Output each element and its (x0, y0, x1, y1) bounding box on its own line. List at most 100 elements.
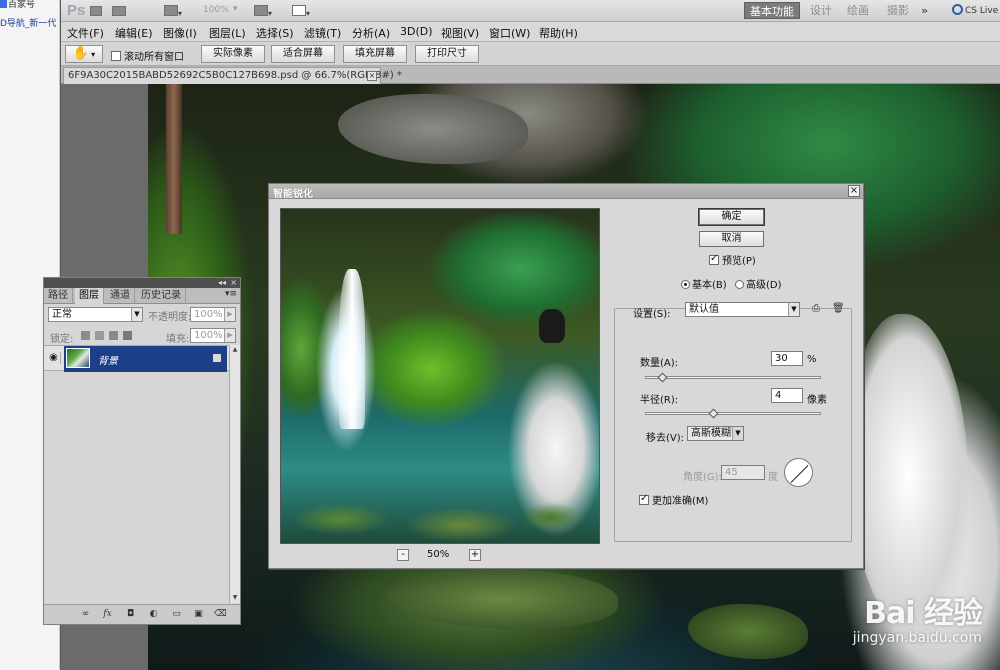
settings-select[interactable]: 默认值 ▼ (685, 302, 800, 317)
tab-history[interactable]: 历史记录 (137, 288, 186, 304)
adjustment-layer-icon[interactable]: ◐ (148, 609, 159, 620)
layer-style-icon[interactable]: fx (102, 609, 113, 620)
checkbox-label: 滚动所有窗口 (124, 52, 184, 63)
tab-paths[interactable]: 路径 (44, 288, 73, 304)
layer-thumbnail (66, 348, 90, 368)
tab-channels[interactable]: 通道 (106, 288, 135, 304)
preview-checkbox[interactable]: 预览(P) (709, 252, 756, 267)
lock-image-icon[interactable] (95, 331, 104, 340)
menu-file[interactable]: 文件(F) (67, 25, 104, 41)
radio-label: 基本(B) (692, 280, 727, 291)
delete-layer-icon[interactable]: ⌫ (214, 609, 227, 620)
zoom-out-button[interactable]: - (397, 549, 409, 561)
angle-label: 角度(G): (683, 472, 722, 483)
add-mask-icon[interactable]: ◘ (125, 609, 136, 620)
checkbox-box (639, 493, 649, 505)
document-tab[interactable]: 6F9A30C2015BABD52692C5B0C127B698.psd @ 6… (63, 67, 402, 84)
layer-list-scrollbar[interactable]: ▲ ▼ (229, 345, 240, 603)
save-settings-icon[interactable]: ⎙ (812, 304, 822, 314)
menu-3d[interactable]: 3D(D) (400, 25, 433, 38)
opacity-input[interactable]: 100% ▶ (190, 307, 236, 322)
radius-input[interactable]: 4 (771, 388, 803, 403)
radius-label: 半径(R): (640, 395, 679, 406)
lock-transparent-icon[interactable] (81, 331, 90, 340)
workspace-essentials[interactable]: 基本功能 (744, 2, 800, 19)
screen-mode-menu[interactable]: ▾ (291, 3, 317, 18)
arrange-documents-menu[interactable]: ▾ (253, 3, 279, 18)
delete-settings-icon[interactable]: 🗑 (832, 304, 845, 314)
menu-filter[interactable]: 滤镜(T) (304, 25, 341, 41)
preview-rocks (291, 499, 591, 543)
cs-live-button[interactable]: CS Live (952, 2, 1000, 20)
more-workspaces-button[interactable]: » (916, 2, 933, 19)
close-icon[interactable]: × (848, 185, 860, 197)
scroll-all-windows-checkbox[interactable]: 滚动所有窗口 (111, 48, 184, 63)
remove-select[interactable]: 高斯模糊 ▼ (687, 426, 744, 441)
panel-header-strip: ◂◂ × (44, 278, 240, 288)
application-bar: Ps ▾ 100% ▾ ▾ ▾ 基本功能 设计 绘画 摄影 » CS Live (61, 0, 1000, 22)
bookmark-label: D导航_新一代 (0, 19, 57, 29)
menu-view[interactable]: 视图(V) (441, 25, 479, 41)
close-icon[interactable]: × (230, 278, 237, 288)
zoom-level-display[interactable]: 100% (203, 5, 229, 15)
amount-slider-track[interactable] (645, 376, 821, 379)
angle-dial[interactable] (784, 458, 813, 487)
link-layers-icon[interactable]: ∞ (80, 609, 91, 620)
blend-mode-select[interactable]: 正常 ▼ (48, 307, 143, 322)
browser-bookmark-item[interactable]: D导航_新一代 (0, 16, 60, 30)
zoom-in-button[interactable]: + (469, 549, 481, 561)
dialog-title-bar[interactable]: 智能锐化 × (269, 184, 863, 200)
panel-menu-icon[interactable]: ▾≡ (225, 289, 237, 299)
layer-row[interactable]: ◉ 背景 (44, 345, 240, 372)
browser-bookmark-item[interactable]: 百家号 (0, 0, 60, 11)
mini-bridge-button[interactable] (111, 3, 129, 18)
menu-edit[interactable]: 编辑(E) (115, 25, 153, 41)
menu-image[interactable]: 图像(I) (163, 25, 197, 41)
tool-options-bar: ✋ ▾ 滚动所有窗口 实际像素 适合屏幕 填充屏幕 打印尺寸 (61, 42, 1000, 66)
close-icon[interactable]: × (367, 71, 377, 81)
angle-input[interactable]: 45 (721, 465, 765, 480)
collapse-icon[interactable]: ◂◂ (218, 278, 226, 288)
amount-input[interactable]: 30 (771, 351, 803, 366)
chevron-down-icon: ▾ (91, 50, 96, 59)
scroll-down-icon[interactable]: ▼ (230, 593, 240, 603)
new-group-icon[interactable]: ▭ (171, 609, 182, 620)
fit-screen-button[interactable]: 适合屏幕 (271, 45, 335, 63)
menu-layer[interactable]: 图层(L) (209, 25, 246, 41)
view-extras-menu[interactable]: ▾ (163, 3, 189, 18)
lock-position-icon[interactable] (109, 331, 118, 340)
fill-screen-button[interactable]: 填充屏幕 (343, 45, 407, 63)
menu-select[interactable]: 选择(S) (256, 25, 294, 41)
moss-rock (388, 569, 618, 629)
layer-item-background[interactable]: 背景 (64, 346, 227, 372)
preview-image[interactable] (280, 208, 600, 544)
menu-help[interactable]: 帮助(H) (539, 25, 578, 41)
lock-all-icon[interactable] (123, 331, 132, 340)
print-size-button[interactable]: 打印尺寸 (415, 45, 479, 63)
menu-analysis[interactable]: 分析(A) (352, 25, 390, 41)
actual-pixels-button[interactable]: 实际像素 (201, 45, 265, 63)
bridge-button[interactable] (89, 3, 105, 18)
workspace-painting[interactable]: 绘画 (842, 2, 874, 19)
chevron-down-icon: ▼ (131, 308, 142, 321)
workspace-design[interactable]: 设计 (805, 2, 837, 19)
menu-window[interactable]: 窗口(W) (489, 25, 530, 41)
eye-icon[interactable]: ◉ (47, 352, 61, 364)
radio-dot (735, 280, 744, 289)
fill-label: 填充: (166, 334, 190, 345)
mode-basic-radio[interactable]: 基本(B) (681, 276, 727, 291)
cancel-button[interactable]: 取消 (699, 231, 764, 247)
settings-value: 默认值 (689, 304, 719, 315)
fill-input[interactable]: 100% ▶ (190, 328, 236, 343)
workspace-photography[interactable]: 摄影 (882, 2, 914, 19)
mode-advanced-radio[interactable]: 高级(D) (735, 276, 782, 291)
ok-button[interactable]: 确定 (699, 209, 764, 225)
opacity-value: 100% (194, 309, 223, 320)
tab-layers[interactable]: 图层 (75, 288, 104, 304)
scroll-up-icon[interactable]: ▲ (230, 345, 240, 355)
more-accurate-checkbox[interactable]: 更加准确(M) (639, 492, 708, 507)
white-dress (848, 314, 968, 634)
radius-slider-track[interactable] (645, 412, 821, 415)
new-layer-icon[interactable]: ▣ (193, 609, 204, 620)
tool-preset-picker[interactable]: ✋ ▾ (65, 45, 103, 63)
